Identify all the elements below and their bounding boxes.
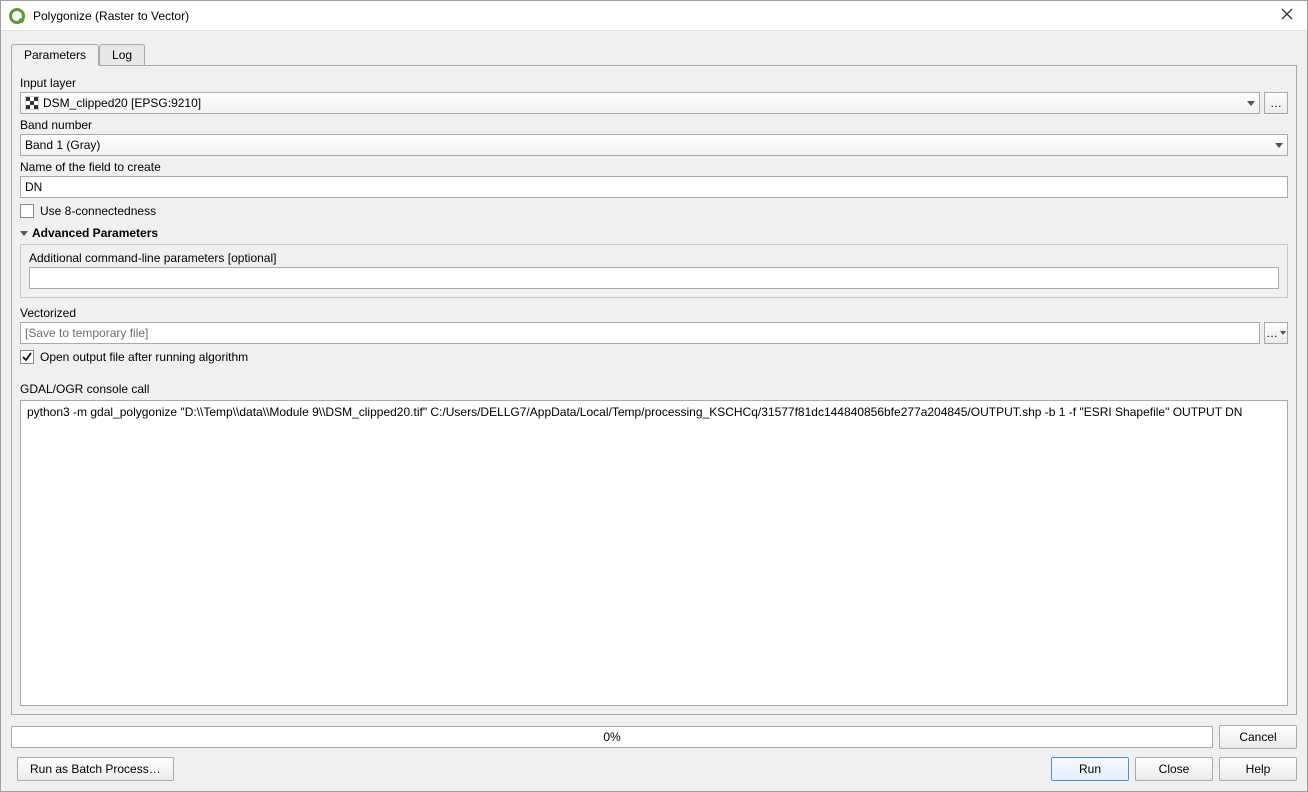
tab-panel-parameters: Input layer DSM_clipped20 [EPSG:9210] … … <box>11 65 1297 715</box>
chevron-down-icon <box>1247 101 1255 106</box>
raster-layer-icon <box>25 96 39 110</box>
vectorized-output-menu-button[interactable]: … <box>1264 322 1288 344</box>
use-8-connectedness-label: Use 8-connectedness <box>40 204 156 218</box>
chevron-down-icon <box>20 231 28 236</box>
progress-value: 0% <box>603 730 620 744</box>
help-button[interactable]: Help <box>1219 757 1297 781</box>
dialog-body: Parameters Log Input layer DSM_clipped20… <box>1 31 1307 791</box>
close-icon[interactable] <box>1275 8 1299 24</box>
vectorized-output-input[interactable]: [Save to temporary file] <box>20 322 1260 344</box>
advanced-parameters-label: Advanced Parameters <box>32 226 158 240</box>
chevron-down-icon <box>1275 143 1283 148</box>
label-vectorized: Vectorized <box>20 306 1288 320</box>
run-batch-button[interactable]: Run as Batch Process… <box>17 757 174 781</box>
band-number-combo[interactable]: Band 1 (Gray) <box>20 134 1288 156</box>
window-title: Polygonize (Raster to Vector) <box>33 9 1275 23</box>
progress-bar: 0% <box>11 726 1213 748</box>
chevron-down-icon <box>1280 331 1286 335</box>
open-output-checkbox[interactable] <box>20 350 34 364</box>
label-field-name: Name of the field to create <box>20 160 1288 174</box>
label-console-call: GDAL/OGR console call <box>20 382 1288 396</box>
app-icon <box>9 7 27 25</box>
label-input-layer: Input layer <box>20 76 1288 90</box>
band-number-value: Band 1 (Gray) <box>25 138 100 152</box>
close-button[interactable]: Close <box>1135 757 1213 781</box>
console-call-text[interactable]: python3 -m gdal_polygonize "D:\\Temp\\da… <box>20 400 1288 706</box>
ellipsis-icon: … <box>1266 326 1278 340</box>
label-band-number: Band number <box>20 118 1288 132</box>
tab-log[interactable]: Log <box>99 44 145 65</box>
input-layer-browse-button[interactable]: … <box>1264 92 1288 114</box>
tab-strip: Parameters Log <box>11 41 1297 65</box>
dialog-window: Polygonize (Raster to Vector) Parameters… <box>0 0 1308 792</box>
field-name-input[interactable] <box>20 176 1288 198</box>
input-layer-value: DSM_clipped20 [EPSG:9210] <box>43 96 201 110</box>
bottom-bar: 0% Cancel Run as Batch Process… Run Clos… <box>11 715 1297 781</box>
titlebar: Polygonize (Raster to Vector) <box>1 1 1307 31</box>
vectorized-placeholder: [Save to temporary file] <box>25 326 148 340</box>
use-8-connectedness-checkbox[interactable] <box>20 204 34 218</box>
cancel-button[interactable]: Cancel <box>1219 725 1297 749</box>
run-button[interactable]: Run <box>1051 757 1129 781</box>
advanced-parameters-group: Additional command-line parameters [opti… <box>20 244 1288 298</box>
label-additional-params: Additional command-line parameters [opti… <box>29 251 1279 265</box>
advanced-parameters-toggle[interactable]: Advanced Parameters <box>20 226 1288 240</box>
open-output-label: Open output file after running algorithm <box>40 350 248 364</box>
tab-parameters[interactable]: Parameters <box>11 44 99 66</box>
input-layer-combo[interactable]: DSM_clipped20 [EPSG:9210] <box>20 92 1260 114</box>
additional-params-input[interactable] <box>29 267 1279 289</box>
